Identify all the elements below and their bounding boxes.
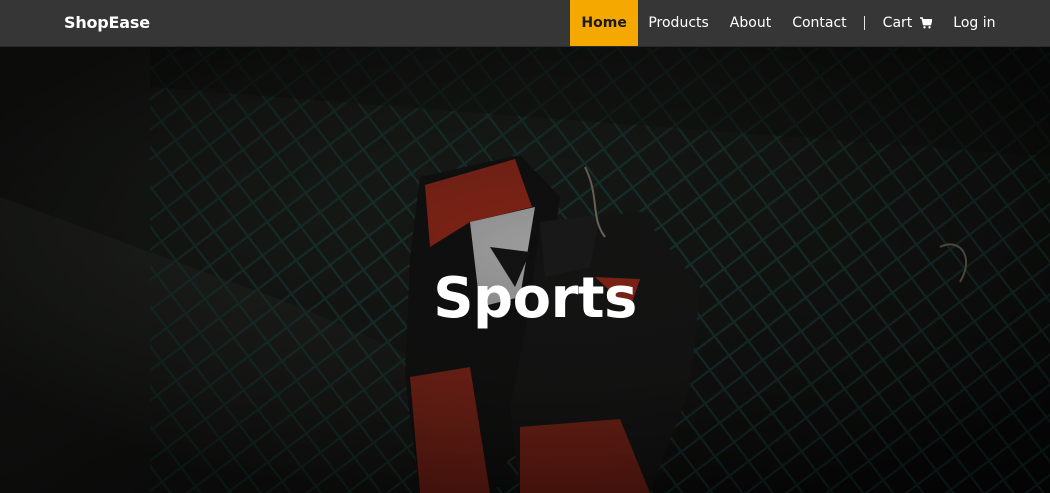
nav-item-about[interactable]: About xyxy=(719,0,781,46)
nav-item-home[interactable]: Home xyxy=(570,0,638,46)
hero-title: Sports xyxy=(433,266,637,331)
nav-item-cart[interactable]: Cart xyxy=(872,0,943,46)
page: ShopEase Home Products About Contact Car… xyxy=(0,0,1050,493)
cart-icon xyxy=(920,17,933,29)
brand-logo[interactable]: ShopEase xyxy=(64,0,150,46)
hero-banner: Sports xyxy=(0,47,1050,493)
nav-item-login[interactable]: Log in xyxy=(943,0,1006,46)
cart-label: Cart xyxy=(882,15,913,31)
nav-divider xyxy=(864,16,866,30)
nav-item-contact[interactable]: Contact xyxy=(782,0,857,46)
navbar: ShopEase Home Products About Contact Car… xyxy=(0,0,1050,47)
nav-links: Home Products About Contact Cart Log in xyxy=(570,0,1006,46)
nav-item-products[interactable]: Products xyxy=(638,0,719,46)
